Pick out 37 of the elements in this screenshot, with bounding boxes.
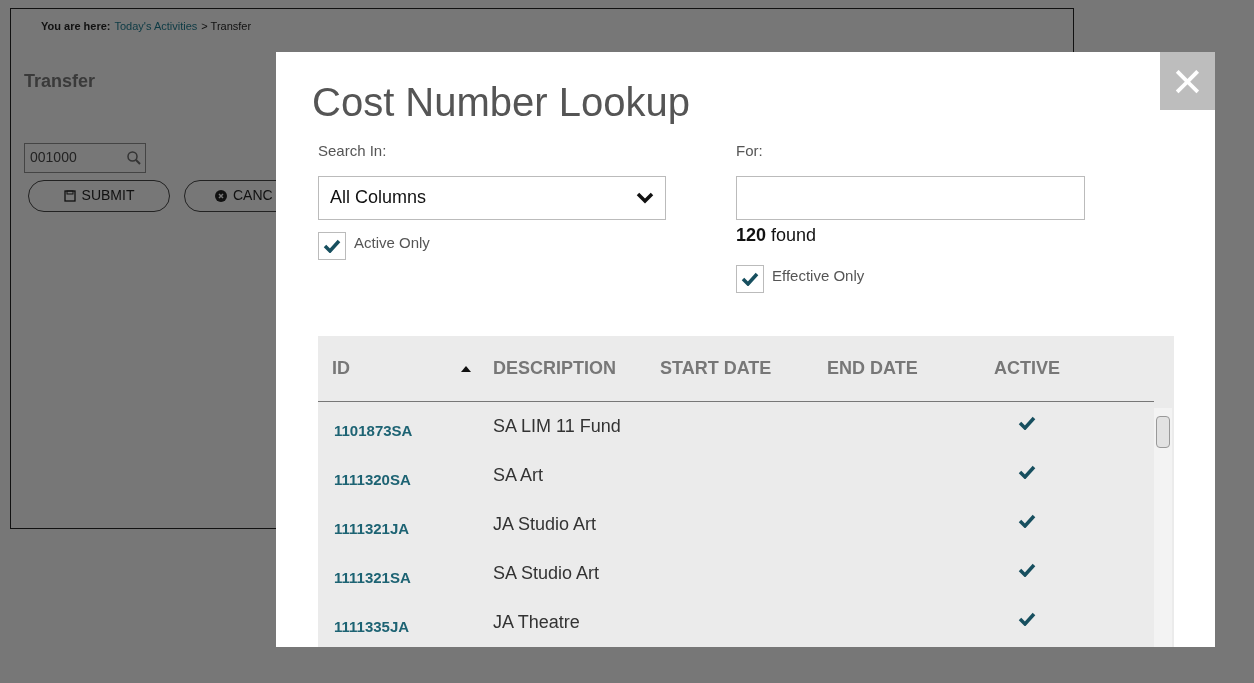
breadcrumb-label: You are here: (41, 19, 111, 34)
field-label: For: (736, 141, 764, 161)
results-count: 120 found (736, 223, 818, 247)
id-link[interactable]: 1111335JA (318, 606, 479, 639)
dialog-title: Cost Number Lookup (312, 79, 690, 126)
column-header[interactable]: ACTIVE (994, 355, 1060, 382)
checkbox-label: Effective Only (772, 265, 865, 286)
checkbox-label: Active Only (354, 232, 430, 253)
id-link[interactable]: 1111321SA (318, 557, 479, 590)
page-title: Transfer (24, 69, 97, 93)
column-header[interactable]: ID (332, 355, 350, 382)
description-cell: JA Studio Art (493, 514, 597, 534)
search-in-dropdown[interactable]: All Columns (318, 175, 666, 220)
breadcrumb-current: > Transfer (201, 19, 252, 34)
checkbox[interactable] (736, 264, 764, 293)
check-icon (741, 271, 759, 286)
save-icon (63, 189, 76, 202)
cost-field[interactable]: 001000 (24, 142, 146, 173)
description-cell: JA Theatre (493, 612, 580, 632)
breadcrumb-link[interactable]: Today's Activities (114, 18, 198, 35)
id-link[interactable]: 1111320SA (318, 459, 479, 492)
description-cell: SA Studio Art (493, 563, 600, 583)
chevron-down-icon (636, 191, 654, 204)
search-icon[interactable] (126, 149, 142, 166)
scrollbar[interactable] (1154, 408, 1172, 647)
column-header[interactable]: DESCRIPTION (493, 355, 616, 382)
search-input[interactable] (736, 175, 1085, 220)
field-label: Search In: (318, 141, 388, 161)
id-link[interactable]: 1111321JA (318, 508, 479, 541)
id-link[interactable]: 1101873SA (318, 410, 479, 443)
checkbox[interactable] (318, 231, 346, 260)
column-header[interactable]: START DATE (660, 355, 772, 382)
description-cell: SA Art (493, 465, 544, 485)
check-icon (323, 238, 341, 253)
cancel-icon (215, 189, 227, 202)
column-header[interactable]: END DATE (827, 355, 918, 382)
description-cell: SA LIM 11 Fund (493, 416, 621, 436)
